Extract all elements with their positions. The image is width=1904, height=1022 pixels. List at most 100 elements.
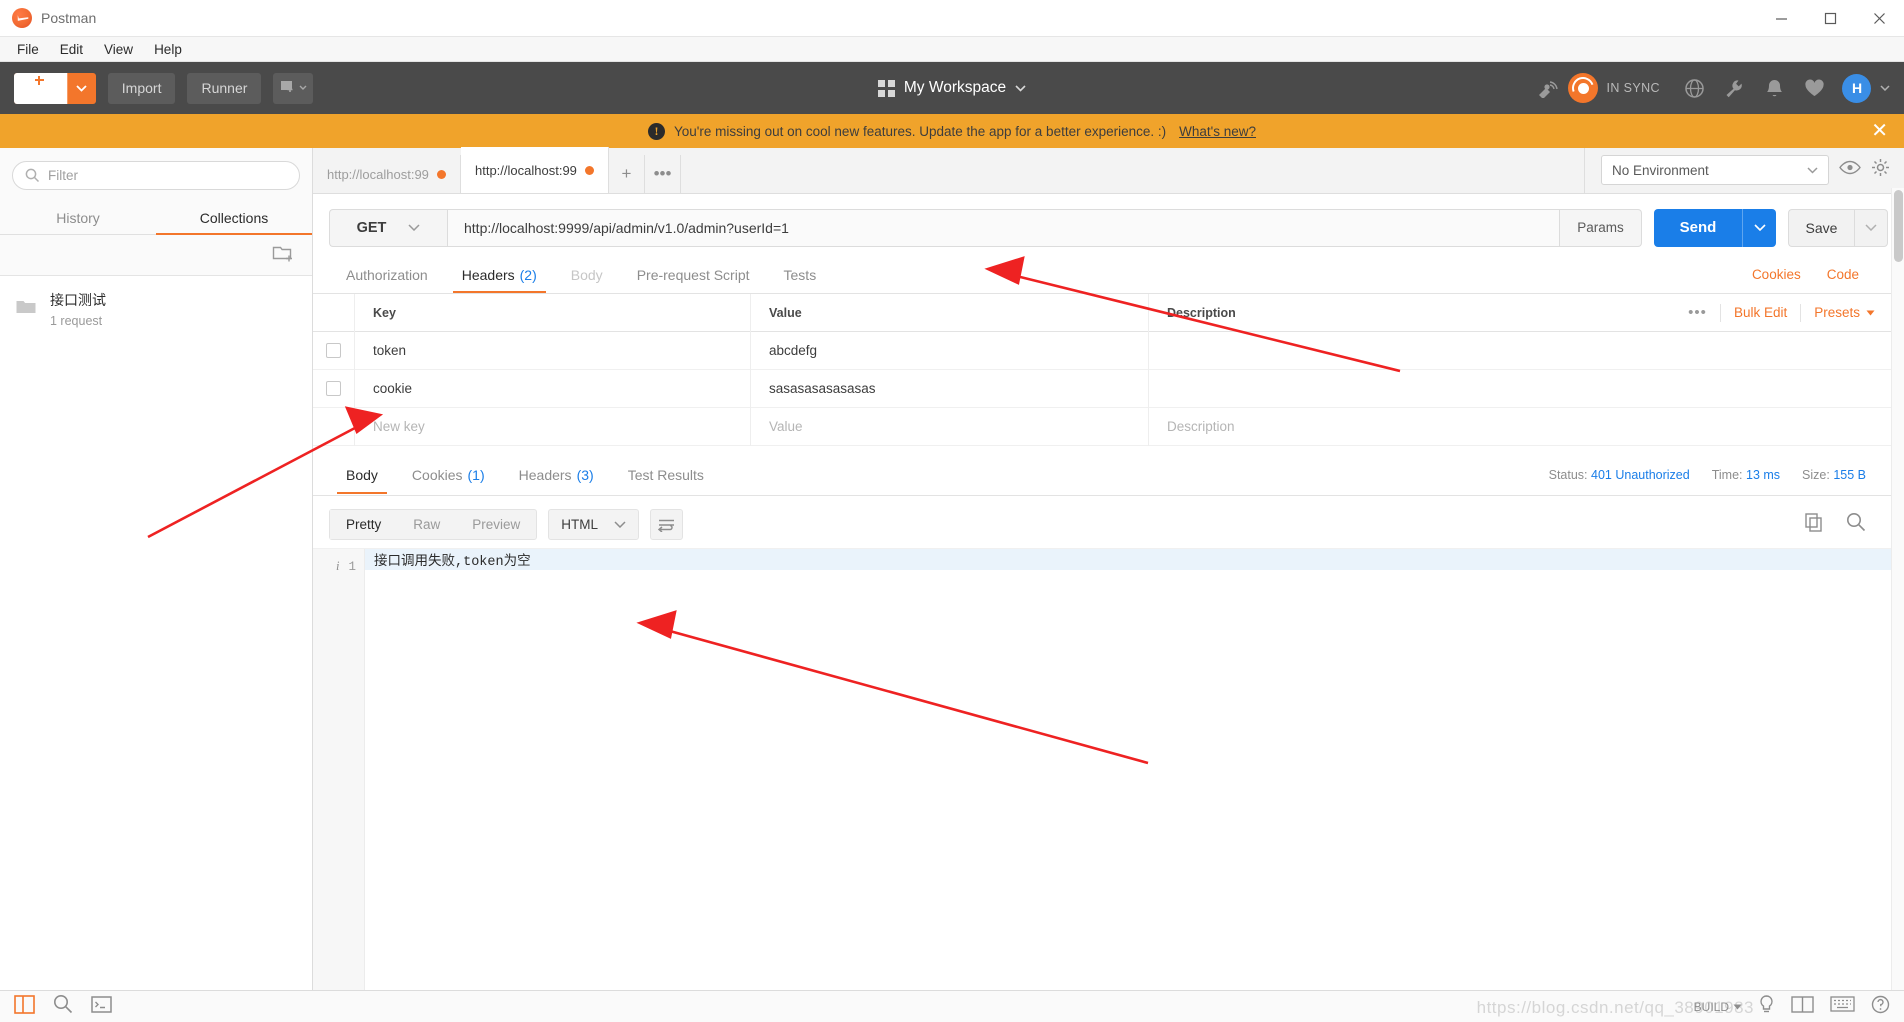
- menu-help[interactable]: Help: [145, 39, 191, 60]
- import-button[interactable]: Import: [107, 72, 176, 104]
- bulk-edit-button[interactable]: Bulk Edit: [1721, 305, 1800, 320]
- header-key[interactable]: cookie: [355, 369, 751, 408]
- environment-select[interactable]: No Environment: [1601, 155, 1829, 185]
- url-input[interactable]: http://localhost:9999/api/admin/v1.0/adm…: [447, 208, 1560, 247]
- header-key[interactable]: token: [355, 331, 751, 370]
- tab-authorization[interactable]: Authorization: [329, 256, 445, 293]
- view-mode-raw[interactable]: Raw: [397, 510, 456, 539]
- wrench-icon[interactable]: [1714, 62, 1754, 114]
- eye-icon[interactable]: [1839, 160, 1861, 180]
- new-folder-icon[interactable]: [272, 243, 295, 267]
- gear-icon[interactable]: [1871, 158, 1890, 182]
- new-button[interactable]: New: [14, 72, 96, 104]
- list-item[interactable]: 接口测试 1 request: [0, 276, 312, 344]
- tab-label: Cookies: [411, 467, 463, 483]
- send-dropdown-button[interactable]: [1742, 208, 1776, 247]
- row-checkbox[interactable]: [326, 343, 341, 358]
- search-input[interactable]: Filter: [12, 161, 300, 190]
- presets-button[interactable]: Presets: [1801, 305, 1888, 320]
- view-mode-group: Pretty Raw Preview: [329, 509, 538, 540]
- help-icon[interactable]: [1871, 995, 1890, 1019]
- search-icon[interactable]: [53, 994, 73, 1019]
- bell-icon[interactable]: [1754, 62, 1794, 114]
- tab-pre-request-script[interactable]: Pre-request Script: [620, 256, 767, 293]
- save-group: Save: [1788, 208, 1888, 247]
- tab-tests[interactable]: Tests: [767, 256, 834, 293]
- response-tab-cookies[interactable]: Cookies (1): [395, 457, 502, 494]
- time-value: 13 ms: [1746, 468, 1781, 482]
- search-icon[interactable]: [1846, 512, 1866, 537]
- copy-icon[interactable]: [1805, 512, 1824, 537]
- scrollbar-thumb[interactable]: [1894, 190, 1903, 262]
- tab-headers[interactable]: Headers (2): [445, 256, 554, 293]
- menu-view[interactable]: View: [95, 39, 142, 60]
- send-button[interactable]: Send: [1654, 208, 1742, 247]
- header-description[interactable]: [1149, 332, 1904, 370]
- header-value[interactable]: abcdefg: [751, 331, 1149, 370]
- method-select[interactable]: GET: [329, 208, 447, 247]
- response-tab-test-results[interactable]: Test Results: [611, 457, 721, 494]
- new-dropdown-button[interactable]: [66, 72, 96, 104]
- keyboard-icon[interactable]: [1830, 996, 1855, 1017]
- tab-label: Headers: [518, 467, 572, 483]
- vertical-scrollbar[interactable]: [1891, 188, 1904, 990]
- tab-options-button[interactable]: •••: [645, 155, 681, 193]
- runner-button[interactable]: Runner: [187, 72, 262, 104]
- view-mode-preview[interactable]: Preview: [456, 510, 536, 539]
- line-number-gutter: i 1: [313, 549, 365, 990]
- menu-file[interactable]: File: [8, 39, 48, 60]
- console-icon[interactable]: [91, 995, 112, 1018]
- response-code-area[interactable]: 接口调用失败,token为空: [365, 549, 1904, 990]
- time-label: Time:: [1711, 468, 1743, 482]
- new-value-input[interactable]: Value: [751, 407, 1149, 446]
- headers-more-button[interactable]: •••: [1675, 304, 1720, 321]
- table-row[interactable]: token abcdefg: [313, 331, 1904, 370]
- status-bar: BUILD https://blog.csdn.net/qq_38901983: [0, 990, 1904, 1022]
- wrap-lines-icon[interactable]: [650, 509, 684, 540]
- cookies-link[interactable]: Cookies: [1739, 267, 1814, 282]
- new-window-button[interactable]: [273, 72, 314, 104]
- unsaved-dot-icon: [437, 169, 446, 179]
- avatar[interactable]: H: [1842, 73, 1871, 103]
- sync-status-icon[interactable]: [1568, 73, 1599, 103]
- new-description-input[interactable]: Description: [1149, 408, 1904, 446]
- request-tab-1[interactable]: http://localhost:9999/…: [313, 155, 461, 193]
- header-value[interactable]: sasasasasasasas: [751, 369, 1149, 408]
- code-link[interactable]: Code: [1814, 267, 1872, 282]
- save-dropdown-button[interactable]: [1854, 208, 1888, 247]
- sidebar-toggle-icon[interactable]: [14, 994, 35, 1019]
- tab-count: (2): [519, 266, 537, 283]
- row-checkbox[interactable]: [326, 381, 341, 396]
- collection-request-count: 1 request: [50, 314, 103, 328]
- banner-close-icon[interactable]: ✕: [1871, 114, 1888, 148]
- sidebar-tab-collections[interactable]: Collections: [156, 201, 312, 235]
- layout-icon[interactable]: [1791, 995, 1814, 1018]
- globe-icon[interactable]: [1674, 62, 1714, 114]
- tab-body[interactable]: Body: [554, 256, 620, 293]
- heart-icon[interactable]: [1794, 62, 1834, 114]
- response-tab-body[interactable]: Body: [329, 457, 395, 494]
- params-button[interactable]: Params: [1560, 208, 1642, 247]
- save-button[interactable]: Save: [1788, 208, 1854, 247]
- satellite-icon[interactable]: [1528, 62, 1568, 114]
- format-select[interactable]: HTML: [548, 509, 640, 540]
- header-description[interactable]: [1149, 370, 1904, 408]
- whats-new-link[interactable]: What's new?: [1179, 124, 1256, 139]
- minimize-button[interactable]: [1757, 0, 1806, 37]
- view-mode-pretty[interactable]: Pretty: [330, 510, 398, 539]
- add-tab-button[interactable]: +: [609, 155, 645, 193]
- new-key-input[interactable]: New key: [355, 407, 751, 446]
- table-row-new[interactable]: New key Value Description: [313, 407, 1904, 446]
- postman-logo-icon: [12, 8, 32, 28]
- request-tab-2[interactable]: http://localhost:9999/…: [461, 147, 609, 193]
- response-tab-headers[interactable]: Headers (3): [502, 457, 611, 494]
- new-button-main[interactable]: New: [14, 72, 67, 104]
- chevron-down-icon: [1866, 310, 1875, 315]
- maximize-button[interactable]: [1806, 0, 1855, 37]
- menu-edit[interactable]: Edit: [51, 39, 92, 60]
- alert-icon: !: [648, 122, 665, 140]
- bulb-icon[interactable]: [1758, 994, 1775, 1019]
- sidebar-tab-history[interactable]: History: [0, 201, 156, 234]
- table-row[interactable]: cookie sasasasasasasas: [313, 369, 1904, 408]
- close-button[interactable]: [1855, 0, 1904, 37]
